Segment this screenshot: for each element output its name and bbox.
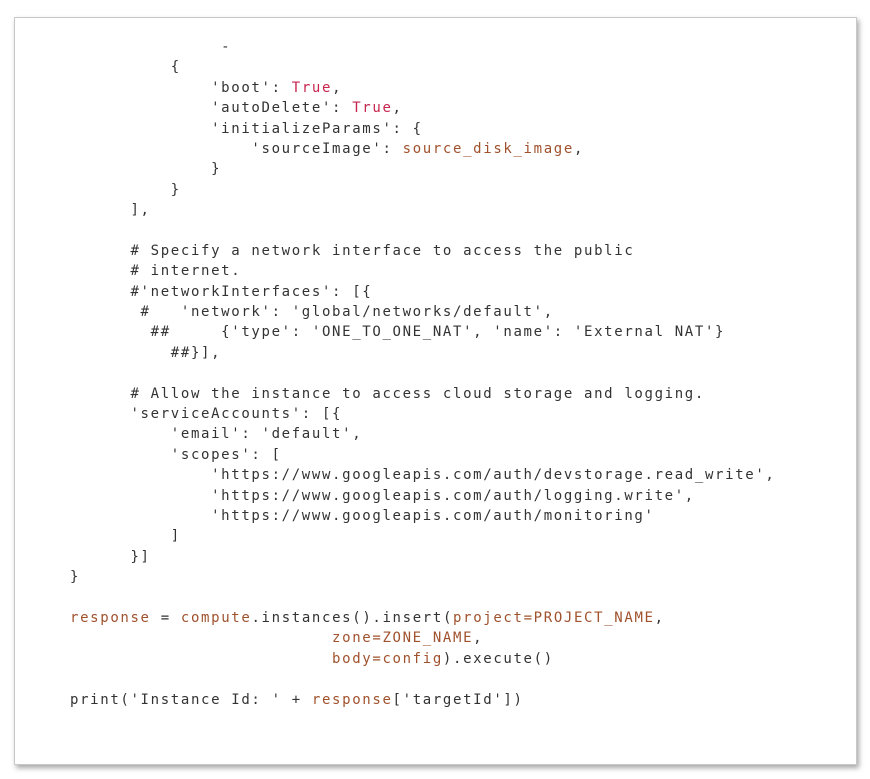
- code-line: 'autoDelete': True,: [70, 98, 776, 118]
- code-line: #'networkInterfaces': [{: [70, 282, 776, 302]
- code-line: # Specify a network interface to access …: [70, 241, 776, 261]
- code-text: =: [150, 609, 181, 626]
- code-line: }: [70, 567, 776, 587]
- code-line: 'sourceImage': source_disk_image,: [70, 139, 776, 159]
- code-line: print('Instance Id: ' + response['target…: [70, 690, 776, 710]
- code-line: }: [70, 180, 776, 200]
- code-text: }: [70, 181, 181, 198]
- code-line: ]: [70, 526, 776, 546]
- code-text: ##}],: [70, 344, 222, 361]
- code-identifier: body=config: [332, 650, 443, 667]
- code-text: 'sourceImage':: [70, 140, 403, 157]
- code-identifier: project=PROJECT_NAME: [453, 609, 655, 626]
- code-text: ,: [473, 630, 484, 647]
- code-identifier: zone=ZONE_NAME: [332, 630, 474, 647]
- code-line: # internet.: [70, 261, 776, 281]
- code-text: 'https://www.googleapis.com/auth/monitor…: [70, 507, 655, 524]
- code-text: ).execute(): [442, 650, 554, 667]
- code-line: # 'network': 'global/networks/default',: [70, 302, 776, 322]
- code-line: response = compute.instances().insert(pr…: [70, 608, 776, 628]
- code-line: }]: [70, 547, 776, 567]
- code-line: body=config).execute(): [70, 649, 776, 669]
- code-text: 'https://www.googleapis.com/auth/logging…: [70, 487, 695, 504]
- code-line: -: [70, 37, 776, 57]
- code-line: 'https://www.googleapis.com/auth/monitor…: [70, 506, 776, 526]
- code-text: 'autoDelete':: [70, 100, 353, 117]
- code-text: 'boot':: [70, 79, 292, 96]
- code-text: print('Instance Id: ' +: [70, 691, 312, 708]
- code-block: - { 'boot': True, 'autoDelete': True, 'i…: [70, 37, 776, 710]
- code-line: ## {'type': 'ONE_TO_ONE_NAT', 'name': 'E…: [70, 322, 776, 342]
- code-text: }]: [70, 548, 151, 565]
- code-literal: True: [352, 100, 393, 117]
- code-text: 'https://www.googleapis.com/auth/devstor…: [70, 467, 776, 484]
- code-identifier: source_disk_image: [402, 140, 574, 157]
- code-text: 'initializeParams': {: [70, 120, 423, 137]
- code-text: }: [70, 569, 81, 586]
- code-literal: True: [291, 79, 333, 96]
- code-line: 'boot': True,: [70, 78, 776, 98]
- code-line: 'https://www.googleapis.com/auth/devstor…: [70, 465, 776, 485]
- code-text: .instances().insert(: [251, 609, 454, 626]
- code-text: {: [70, 59, 181, 76]
- code-text: ,: [573, 140, 585, 157]
- code-text: #'networkInterfaces': [{: [70, 283, 373, 300]
- code-text: # Allow the instance to access cloud sto…: [70, 385, 705, 402]
- code-identifier: compute: [180, 609, 252, 626]
- code-text: ,: [392, 100, 403, 117]
- code-line: ##}],: [70, 343, 776, 363]
- code-line: 'https://www.googleapis.com/auth/logging…: [70, 486, 776, 506]
- code-text: ,: [654, 609, 665, 626]
- code-text: ],: [70, 202, 151, 219]
- code-identifier: response: [70, 609, 151, 626]
- code-text: ,: [332, 79, 343, 96]
- code-identifier: response: [311, 691, 393, 708]
- code-text: # 'network': 'global/networks/default',: [70, 304, 554, 321]
- code-line: 'initializeParams': {: [70, 119, 776, 139]
- code-line: zone=ZONE_NAME,: [70, 628, 776, 648]
- code-line: 'serviceAccounts': [{: [70, 404, 776, 424]
- code-text: ]: [70, 528, 181, 545]
- code-text: 'scopes': [: [70, 446, 282, 463]
- code-text: ['targetId']): [392, 691, 524, 708]
- code-text: -: [70, 39, 232, 55]
- code-text: 'email': 'default',: [70, 426, 363, 443]
- code-text: # internet.: [70, 263, 242, 280]
- code-text: 'serviceAccounts': [{: [70, 406, 343, 423]
- code-line: # Allow the instance to access cloud sto…: [70, 384, 776, 404]
- code-text: }: [70, 161, 222, 178]
- code-text: # Specify a network interface to access …: [70, 242, 635, 259]
- code-line: {: [70, 57, 776, 77]
- code-line: 'scopes': [: [70, 445, 776, 465]
- code-line: 'email': 'default',: [70, 424, 776, 444]
- code-line: ],: [70, 200, 776, 220]
- code-text: ## {'type': 'ONE_TO_ONE_NAT', 'name': 'E…: [70, 324, 726, 341]
- code-line: }: [70, 159, 776, 179]
